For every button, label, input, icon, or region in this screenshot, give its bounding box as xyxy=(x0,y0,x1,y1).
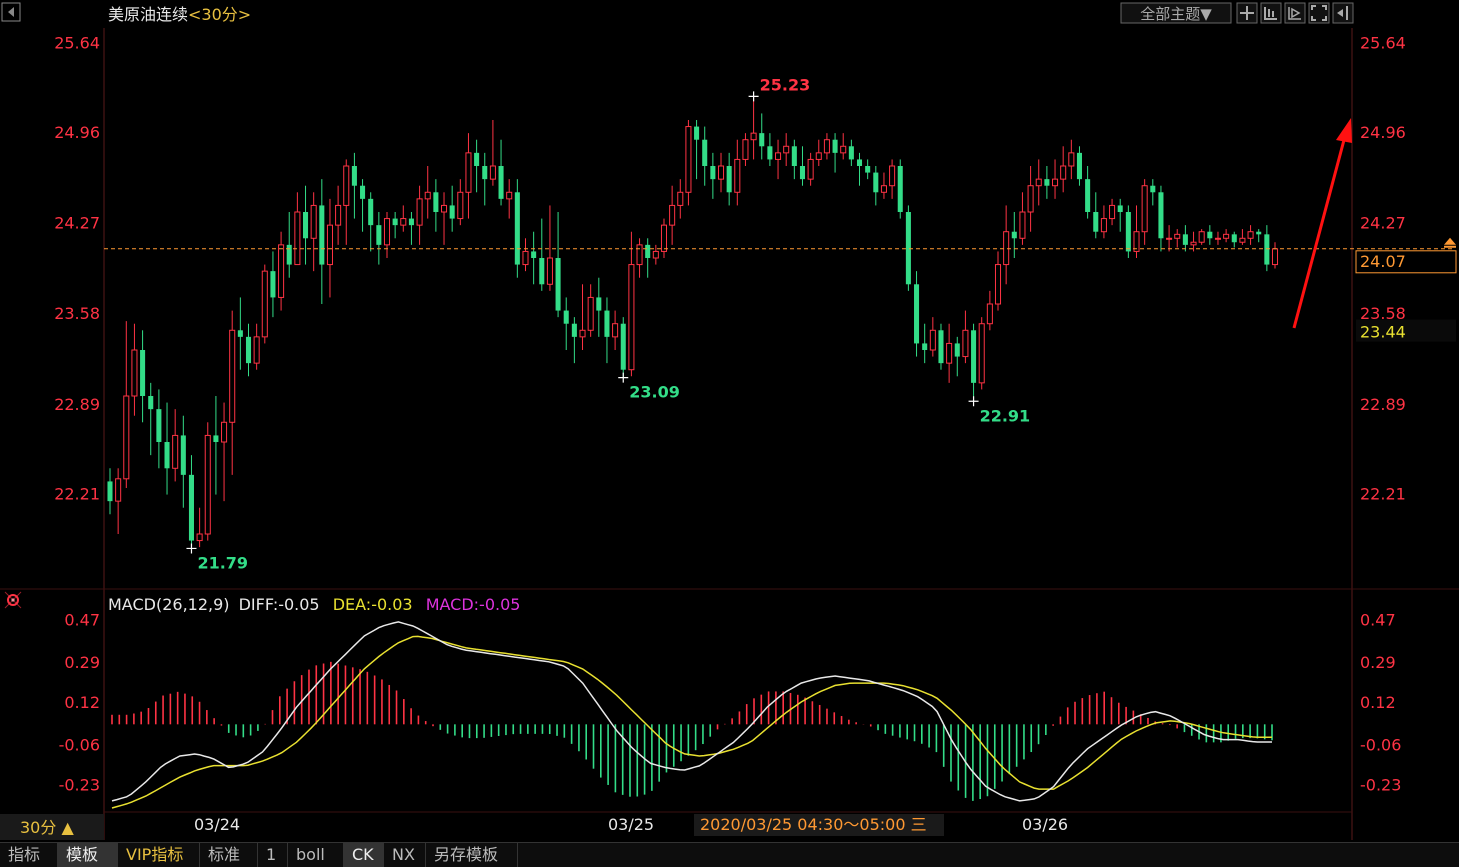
bottom-tab[interactable]: 1 xyxy=(258,843,288,867)
bottom-tab[interactable]: 另存模板 xyxy=(426,843,518,867)
macd-tick-label: -0.06 xyxy=(1360,735,1401,754)
fullscreen-icon[interactable] xyxy=(1308,2,1330,24)
macd-settings-icon[interactable] xyxy=(4,591,22,609)
macd-tick-label: 0.47 xyxy=(64,610,100,629)
layout-icon[interactable] xyxy=(1260,2,1282,24)
macd-tick-label: 0.47 xyxy=(1360,610,1396,629)
candle xyxy=(1198,229,1205,245)
price-tick-label: 23.58 xyxy=(54,304,100,323)
bottom-tab[interactable]: 指标 xyxy=(0,843,58,867)
candle xyxy=(620,317,626,378)
candle xyxy=(978,317,985,390)
x-date-label: 03/24 xyxy=(194,815,240,834)
candle xyxy=(938,323,944,370)
bottom-toolbar: 指标 模板 VIP指标 标准 1 boll CK NX 另存模板 xyxy=(0,842,1459,867)
price-tick-label: 24.96 xyxy=(1360,123,1406,142)
svg-text:23.44: 23.44 xyxy=(1360,323,1406,342)
macd-tick-label: 0.12 xyxy=(1360,693,1396,712)
bottom-tab[interactable]: boll xyxy=(288,843,344,867)
side-price-tag: 23.44 xyxy=(1356,319,1456,342)
candle xyxy=(261,264,268,344)
bottom-tab[interactable]: VIP指标 xyxy=(118,843,200,867)
play-icon[interactable] xyxy=(1284,2,1306,24)
svg-text:24.07: 24.07 xyxy=(1360,252,1406,271)
theme-button[interactable]: 全部主题▼ xyxy=(1120,2,1232,24)
last-price-tag: 24.07 xyxy=(1355,250,1457,274)
candle xyxy=(685,120,692,206)
svg-text:2020/03/25 04:30～05:00 三: 2020/03/25 04:30～05:00 三 xyxy=(700,815,927,834)
bottom-tab[interactable]: CK xyxy=(344,843,384,867)
candle xyxy=(905,205,911,291)
macd-tick-label: -0.06 xyxy=(59,735,100,754)
candle xyxy=(514,179,520,278)
crosshair-icon[interactable] xyxy=(1236,2,1258,24)
hover-time-label: 2020/03/25 04:30～05:00 三 xyxy=(694,814,944,836)
x-date-label: 03/26 xyxy=(1022,815,1068,834)
x-date-label: 03/25 xyxy=(608,815,654,834)
price-tick-label: 22.89 xyxy=(1360,395,1406,414)
bottom-tab[interactable]: 模板 xyxy=(58,843,118,867)
macd-tick-label: 0.29 xyxy=(64,653,100,672)
period-selector[interactable]: 30分 ▲ xyxy=(0,814,104,840)
candle xyxy=(1125,205,1131,258)
side-panel-icon[interactable] xyxy=(1332,2,1354,24)
macd-tick-label: 0.29 xyxy=(1360,653,1396,672)
svg-text:全部主题▼: 全部主题▼ xyxy=(1140,5,1212,23)
macd-legend: MACD(26,12,9) DIFF:-0.05 DEA:-0.03 MACD:… xyxy=(108,595,520,614)
svg-text:30分 ▲: 30分 ▲ xyxy=(20,818,74,837)
price-tick-label: 25.64 xyxy=(1360,33,1406,52)
price-tick-label: 24.96 xyxy=(54,123,100,142)
price-tick-label: 25.64 xyxy=(54,33,100,52)
candle xyxy=(204,422,211,541)
price-tick-label: 24.27 xyxy=(1360,214,1406,233)
price-tick-label: 22.21 xyxy=(54,484,100,503)
extreme-label: 25.23 xyxy=(760,75,811,94)
extreme-label: 23.09 xyxy=(629,383,680,402)
price-tick-label: 22.89 xyxy=(54,395,100,414)
chart-stage: 美原油连续<30分> 全部主题▼ 25.64 24.96 24.27 23.58 22.… xyxy=(0,0,1459,866)
bottom-tab[interactable]: 标准 xyxy=(200,843,258,867)
extreme-label: 21.79 xyxy=(197,553,248,572)
extreme-label: 22.91 xyxy=(980,406,1031,425)
macd-tick-label: 0.12 xyxy=(64,693,100,712)
candle xyxy=(897,159,903,219)
macd-tick-label: -0.23 xyxy=(59,775,100,794)
price-tick-label: 22.21 xyxy=(1360,484,1406,503)
macd-tick-label: -0.23 xyxy=(1360,775,1401,794)
chart-title: 美原油连续<30分> xyxy=(108,5,251,24)
bottom-tab[interactable]: NX xyxy=(384,843,426,867)
price-tick-label: 24.27 xyxy=(54,214,100,233)
